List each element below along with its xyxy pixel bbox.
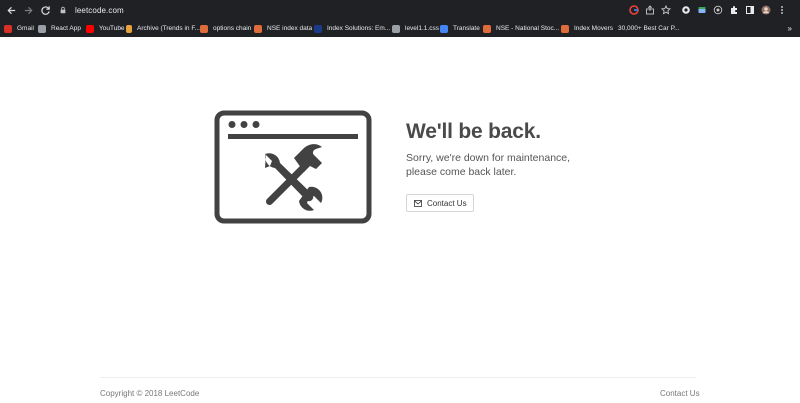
menu-button[interactable]: [774, 2, 789, 18]
bookmark-label: options chain: [213, 25, 252, 32]
bookmark-label: NSE index data: [267, 25, 313, 32]
bookmark-item[interactable]: Index Movers: [561, 20, 613, 37]
reload-icon: [41, 5, 50, 15]
bookmark-star-button[interactable]: [658, 2, 673, 18]
maintenance-subtitle: Sorry, we're down for maintenance, pleas…: [406, 151, 626, 179]
extension-card-icon: [698, 7, 705, 13]
extension-button-3[interactable]: [710, 2, 725, 18]
contact-us-label: Contact Us: [427, 198, 467, 208]
nse-icon: [254, 24, 262, 33]
browser-chrome: leetcode.com Gmail React App YouTube Arc…: [0, 0, 800, 37]
bookmark-label: Translate: [453, 25, 480, 32]
footer-divider: [100, 377, 696, 378]
gmail-icon: [4, 24, 12, 33]
extension-button-1[interactable]: [678, 2, 693, 18]
bookmark-label: Archive (Trends in F...: [137, 25, 200, 32]
bookmark-item[interactable]: Gmail: [4, 20, 38, 37]
avatar-icon: [761, 5, 770, 15]
extensions-button[interactable]: [726, 2, 741, 18]
copyright-text: Copyright © 2018 LeetCode: [100, 389, 200, 398]
globe-icon: [38, 24, 46, 33]
bookmark-label: Index Solutions: Em...: [327, 25, 391, 32]
bookmark-label: Gmail: [17, 25, 34, 32]
bookmark-label: NSE - National Stoc...: [496, 25, 560, 32]
profile-button[interactable]: [758, 2, 773, 18]
google-lens-button[interactable]: [626, 2, 641, 18]
archive-icon: [126, 24, 133, 33]
bookmark-item[interactable]: Translate: [440, 20, 483, 37]
browser-toolbar: leetcode.com: [0, 0, 800, 20]
nse-icon: [483, 24, 491, 33]
envelope-icon: [414, 199, 422, 207]
translate-icon: [440, 24, 448, 33]
footer-contact-link[interactable]: Contact Us: [660, 389, 700, 398]
msci-icon: [314, 24, 322, 33]
forward-arrow-icon: [24, 6, 33, 14]
back-button[interactable]: [3, 0, 20, 20]
bookmark-label: React App: [51, 25, 81, 32]
side-panel-icon: [745, 6, 754, 14]
bookmark-label: YouTube: [99, 25, 125, 32]
bookmark-item[interactable]: YouTube: [86, 20, 126, 37]
nse-icon: [200, 24, 208, 33]
lock-icon: [60, 6, 66, 14]
side-panel-button[interactable]: [742, 2, 757, 18]
reload-button[interactable]: [37, 0, 54, 20]
bookmark-item[interactable]: Archive (Trends in F...: [126, 20, 200, 37]
back-arrow-icon: [7, 6, 16, 14]
youtube-icon: [86, 24, 94, 33]
url-text: leetcode.com: [75, 5, 124, 15]
bookmark-item[interactable]: React App: [38, 20, 86, 37]
share-icon: [645, 5, 654, 15]
maintenance-page: We'll be back. Sorry, we're down for mai…: [0, 37, 800, 403]
extension-circle-icon: [681, 6, 690, 14]
puzzle-icon: [730, 6, 737, 14]
bookmark-item[interactable]: NSE index data: [254, 20, 314, 37]
page-title: We'll be back.: [406, 120, 541, 143]
bookmarks-bar: Gmail React App YouTube Archive (Trends in …: [0, 20, 800, 37]
nse-icon: [561, 24, 569, 33]
globe-icon: [392, 24, 400, 33]
forward-button[interactable]: [20, 0, 37, 20]
bookmark-item[interactable]: 30,000+ Best Car P...: [613, 20, 680, 37]
kebab-menu-icon: [780, 6, 783, 14]
maintenance-message: We'll be back. Sorry, we're down for mai…: [406, 119, 626, 212]
extension-eye-icon: [713, 5, 722, 15]
maintenance-browser-tools-icon: [214, 110, 372, 224]
share-button[interactable]: [642, 2, 657, 18]
bookmark-item[interactable]: NSE - National Stoc...: [483, 20, 561, 37]
toolbar-icons: [626, 2, 790, 18]
google-icon: [628, 5, 639, 15]
bookmark-label: 30,000+ Best Car P...: [618, 25, 680, 32]
address-bar[interactable]: leetcode.com: [53, 2, 619, 18]
bookmark-label: level1.1.css: [405, 25, 439, 32]
bookmark-label: Index Movers: [573, 25, 613, 32]
bookmark-item[interactable]: level1.1.css: [392, 20, 440, 37]
subtitle-line-1: Sorry, we're down for maintenance,: [406, 152, 571, 164]
bookmark-item[interactable]: options chain: [200, 20, 254, 37]
bookmarks-overflow-button[interactable]: »: [788, 20, 792, 37]
star-icon: [660, 5, 671, 15]
extension-button-2[interactable]: [694, 2, 709, 18]
subtitle-line-2: please come back later.: [406, 166, 517, 178]
contact-us-button[interactable]: Contact Us: [406, 194, 474, 212]
bookmark-item[interactable]: Index Solutions: Em...: [314, 20, 392, 37]
